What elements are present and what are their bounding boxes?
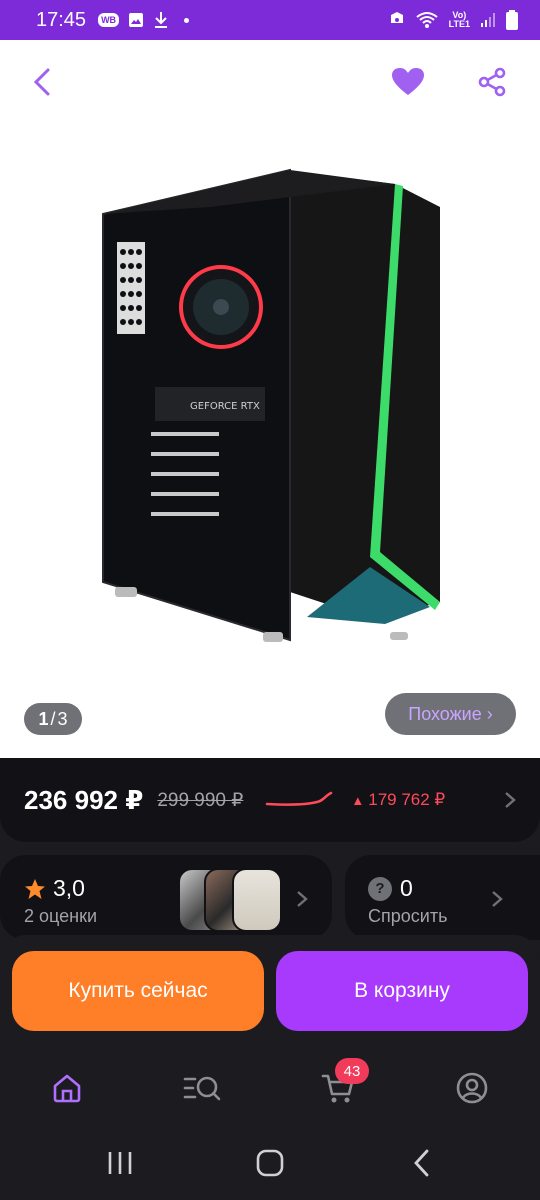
chevron-right-icon xyxy=(492,891,503,907)
product-topnav xyxy=(0,62,540,102)
similar-products-button[interactable]: Похожие › xyxy=(385,693,516,735)
alarm-icon xyxy=(389,11,405,29)
back-arrow-icon xyxy=(414,1149,429,1177)
product-image[interactable]: GEFORCE RTX xyxy=(95,162,445,642)
purchase-actions: Купить сейчас В корзину xyxy=(0,935,540,1050)
product-gallery[interactable]: GEFORCE RTX 1 / 3 Похожие › xyxy=(0,40,540,758)
share-button[interactable] xyxy=(472,62,512,102)
rating-card[interactable]: 3,0 2 оценки xyxy=(0,855,332,940)
status-right-icons: Vo) LTE1 xyxy=(389,10,518,30)
back-system-button[interactable] xyxy=(402,1145,442,1181)
review-photo[interactable] xyxy=(232,868,282,932)
price-change-value: 179 762 ₽ xyxy=(368,790,446,809)
current-price: 236 992 ₽ xyxy=(24,784,144,815)
wb-app-icon: WB xyxy=(98,13,120,27)
rating-value-row: 3,0 xyxy=(24,875,85,902)
question-icon: ? xyxy=(368,876,392,901)
signal-icon xyxy=(480,12,496,28)
wifi-icon xyxy=(415,11,439,29)
home-system-button[interactable] xyxy=(250,1145,290,1181)
status-time: 17:45 xyxy=(36,8,87,31)
notification-dot-icon xyxy=(184,17,190,23)
gallery-total: 3 xyxy=(57,708,68,729)
bottom-tabbar: 43 xyxy=(0,1050,540,1125)
download-icon xyxy=(153,11,169,29)
recents-button[interactable] xyxy=(100,1145,140,1181)
price-change: ▲ 179 762 ₽ xyxy=(351,790,445,810)
chevron-right-icon xyxy=(505,792,516,808)
tab-home[interactable] xyxy=(47,1068,87,1108)
buy-now-button[interactable]: Купить сейчас xyxy=(12,951,264,1031)
gallery-separator: / xyxy=(50,708,56,729)
cart-count-badge: 43 xyxy=(335,1058,369,1084)
network-type: Vo) LTE1 xyxy=(449,11,470,29)
back-button[interactable] xyxy=(22,62,62,102)
ask-question-label: Спросить xyxy=(368,906,448,926)
tab-catalog[interactable] xyxy=(182,1068,222,1108)
tab-profile[interactable] xyxy=(452,1068,492,1108)
status-bar: 17:45 WB Vo) LTE1 xyxy=(0,0,540,40)
chevron-right-icon xyxy=(297,891,308,907)
home-icon xyxy=(53,1074,81,1103)
rating-value: 3,0 xyxy=(53,875,85,901)
gallery-current: 1 xyxy=(38,708,49,729)
share-icon xyxy=(478,67,506,97)
heart-icon xyxy=(392,68,424,95)
home-square-icon xyxy=(256,1149,284,1177)
price-card[interactable]: 236 992 ₽ 299 990 ₽ ▲ 179 762 ₽ xyxy=(0,758,540,842)
review-photos[interactable] xyxy=(178,868,282,932)
old-price: 299 990 ₽ xyxy=(157,789,244,811)
system-navigation-bar xyxy=(0,1125,540,1200)
add-to-cart-button[interactable]: В корзину xyxy=(276,951,528,1031)
network-lte: LTE1 xyxy=(448,19,470,29)
questions-card[interactable]: ? 0 Спросить xyxy=(345,855,540,940)
questions-value-row: ? 0 xyxy=(368,875,413,902)
rating-count: 2 оценки xyxy=(24,906,98,926)
profile-icon xyxy=(456,1072,488,1104)
gpu-label: GEFORCE RTX xyxy=(190,401,260,412)
battery-icon xyxy=(506,10,518,30)
chevron-left-icon xyxy=(33,68,50,96)
gallery-counter: 1 / 3 xyxy=(24,703,82,735)
price-history-graph xyxy=(266,791,333,806)
star-icon xyxy=(25,878,45,899)
gallery-icon xyxy=(128,12,144,28)
price-up-icon: ▲ xyxy=(351,792,365,808)
questions-count: 0 xyxy=(400,875,413,901)
catalog-search-icon xyxy=(183,1076,221,1101)
status-left-icons: WB xyxy=(98,11,190,29)
favorite-button[interactable] xyxy=(388,62,428,102)
recents-icon xyxy=(108,1152,132,1174)
